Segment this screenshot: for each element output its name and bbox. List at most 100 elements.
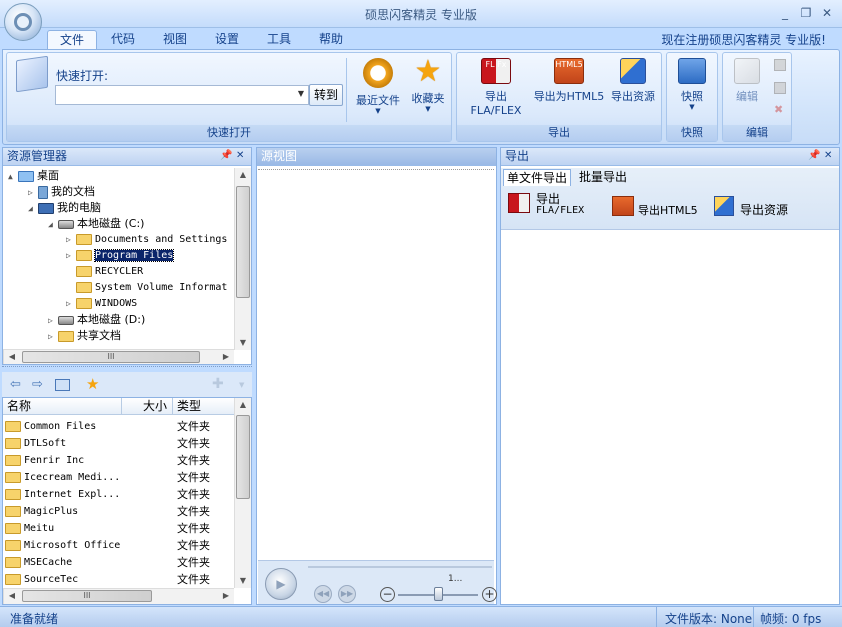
- goto-button[interactable]: 转到: [309, 84, 343, 106]
- tree-node-drive-d[interactable]: ▷ 本地磁盘 (D:): [4, 312, 234, 328]
- collapse-icon[interactable]: ◢: [48, 217, 58, 233]
- export-fla-flex-text[interactable]: 导出 FLA/FLEX: [536, 193, 584, 217]
- tree-node-my-documents[interactable]: ▷ 我的文档: [4, 184, 234, 200]
- tree-horizontal-scrollbar[interactable]: ◀ III ▶: [3, 349, 234, 364]
- up-folder-icon[interactable]: [55, 379, 70, 391]
- scroll-down-icon[interactable]: ▼: [235, 574, 251, 588]
- collapse-icon[interactable]: ▲: [8, 169, 18, 185]
- file-list-vertical-scrollbar[interactable]: ▲ ▼: [234, 398, 251, 588]
- minimize-button[interactable]: _: [776, 6, 794, 20]
- tree-node-desktop[interactable]: ▲ 桌面: [4, 168, 234, 184]
- column-header-name[interactable]: 名称: [7, 398, 31, 414]
- collapse-icon[interactable]: ◢: [28, 201, 38, 217]
- tab-help[interactable]: 帮助: [307, 30, 355, 50]
- favorites-button[interactable]: ★ 收藏夹 ▼: [406, 56, 450, 113]
- list-item[interactable]: MagicPlus 文件夹: [5, 503, 233, 520]
- list-item[interactable]: DTLSoft 文件夹: [5, 435, 233, 452]
- expand-icon[interactable]: ▷: [28, 185, 38, 201]
- chevron-down-icon[interactable]: ▼: [239, 381, 244, 389]
- expand-icon[interactable]: ▷: [66, 232, 76, 248]
- pin-icon[interactable]: 📌: [220, 150, 232, 162]
- timeline-track[interactable]: [308, 566, 492, 568]
- delete-icon[interactable]: ✖: [774, 104, 786, 116]
- tree-node-system-volume-information[interactable]: System Volume Informat: [4, 280, 234, 296]
- column-header-size[interactable]: 大小: [143, 398, 167, 414]
- fast-forward-icon[interactable]: ▶▶: [338, 585, 356, 603]
- scroll-down-icon[interactable]: ▼: [235, 336, 251, 350]
- column-header-type[interactable]: 类型: [177, 398, 201, 414]
- expand-icon[interactable]: ▷: [66, 248, 76, 264]
- scroll-up-icon[interactable]: ▲: [235, 168, 251, 182]
- close-button[interactable]: ✕: [818, 6, 836, 20]
- tree-node-recycler[interactable]: RECYCLER: [4, 264, 234, 280]
- pin-icon[interactable]: 📌: [808, 150, 820, 162]
- scroll-left-icon[interactable]: ◀: [4, 350, 20, 364]
- export-resources-text[interactable]: 导出资源: [740, 201, 788, 218]
- tab-settings[interactable]: 设置: [203, 30, 251, 50]
- restore-button[interactable]: ❐: [797, 6, 815, 20]
- scroll-right-icon[interactable]: ▶: [218, 589, 234, 603]
- rewind-icon[interactable]: ◀◀: [314, 585, 332, 603]
- app-menu-orb-button[interactable]: [4, 3, 42, 41]
- snapshot-button[interactable]: 快照 ▼: [668, 58, 716, 111]
- list-item[interactable]: Fenrir Inc 文件夹: [5, 452, 233, 469]
- edit-button[interactable]: 编辑: [726, 58, 768, 104]
- export-html5-text[interactable]: 导出HTML5: [638, 202, 698, 218]
- list-item[interactable]: Common Files 文件夹: [5, 418, 233, 435]
- tab-file[interactable]: 文件: [47, 30, 98, 50]
- save-icon[interactable]: [774, 59, 786, 71]
- tab-view[interactable]: 视图: [151, 30, 199, 50]
- recent-files-button[interactable]: 最近文件 ▼: [352, 58, 404, 115]
- documents-icon: [38, 185, 48, 199]
- register-link[interactable]: 现在注册硕思闪客精灵 专业版!: [661, 31, 826, 48]
- favorite-star-icon[interactable]: ★: [86, 375, 99, 393]
- scroll-thumb[interactable]: [236, 415, 250, 499]
- scroll-thumb[interactable]: [236, 186, 250, 298]
- export-fla-flex-small-button[interactable]: [508, 193, 532, 219]
- close-panel-icon[interactable]: ✕: [824, 150, 836, 162]
- forward-arrow-icon[interactable]: ⇨: [32, 377, 43, 392]
- quick-open-input[interactable]: ▼: [55, 85, 309, 105]
- tree-node-program-files[interactable]: ▷ Program Files: [4, 248, 234, 264]
- html5-icon[interactable]: [612, 196, 634, 216]
- expand-icon[interactable]: ▷: [48, 329, 58, 345]
- scroll-thumb[interactable]: III: [22, 351, 200, 363]
- close-panel-icon[interactable]: ✕: [236, 150, 248, 162]
- list-item[interactable]: Microsoft Office 文件夹: [5, 537, 233, 554]
- zoom-in-icon[interactable]: +: [482, 587, 497, 602]
- export-fla-flex-button[interactable]: FL Fx 导出FLA/FLEX: [460, 58, 532, 117]
- list-item[interactable]: Icecream Medi... 文件夹: [5, 469, 233, 486]
- add-icon[interactable]: ✚: [212, 376, 224, 392]
- expand-icon[interactable]: ▷: [48, 313, 58, 329]
- tab-tools[interactable]: 工具: [255, 30, 303, 50]
- tab-batch-export[interactable]: 批量导出: [576, 169, 630, 186]
- tree-node-drive-c[interactable]: ◢ 本地磁盘 (C:): [4, 216, 234, 232]
- scroll-thumb[interactable]: III: [22, 590, 152, 602]
- tree-node-windows[interactable]: ▷ WINDOWS: [4, 296, 234, 312]
- back-arrow-icon[interactable]: ⇦: [10, 377, 21, 392]
- tree-node-documents-and-settings[interactable]: ▷ Documents and Settings: [4, 232, 234, 248]
- panel-splitter[interactable]: [2, 366, 252, 368]
- list-item[interactable]: Internet Expl... 文件夹: [5, 486, 233, 503]
- dropdown-arrow-icon[interactable]: ▼: [298, 89, 304, 98]
- zoom-out-icon[interactable]: −: [380, 587, 395, 602]
- list-item[interactable]: SourceTec 文件夹: [5, 571, 233, 588]
- list-item[interactable]: Meitu 文件夹: [5, 520, 233, 537]
- tree-vertical-scrollbar[interactable]: ▲ ▼: [234, 168, 251, 350]
- scroll-right-icon[interactable]: ▶: [218, 350, 234, 364]
- play-icon[interactable]: ▶: [265, 568, 297, 600]
- save-as-icon[interactable]: [774, 82, 786, 94]
- resources-icon[interactable]: [714, 196, 734, 216]
- file-list-horizontal-scrollbar[interactable]: ◀ III ▶: [3, 588, 234, 604]
- tab-single-file-export[interactable]: 单文件导出: [503, 169, 572, 186]
- tab-code[interactable]: 代码: [99, 30, 147, 50]
- expand-icon[interactable]: ▷: [66, 296, 76, 312]
- export-resources-button[interactable]: 导出资源: [606, 58, 660, 104]
- tree-node-my-computer[interactable]: ◢ 我的电脑: [4, 200, 234, 216]
- zoom-slider-thumb[interactable]: [434, 587, 443, 601]
- scroll-up-icon[interactable]: ▲: [235, 398, 251, 412]
- scroll-left-icon[interactable]: ◀: [4, 589, 20, 603]
- export-html5-button[interactable]: HTML5 导出为HTML5: [533, 58, 605, 104]
- list-item[interactable]: MSECache 文件夹: [5, 554, 233, 571]
- tree-node-shared-documents[interactable]: ▷ 共享文档: [4, 328, 234, 344]
